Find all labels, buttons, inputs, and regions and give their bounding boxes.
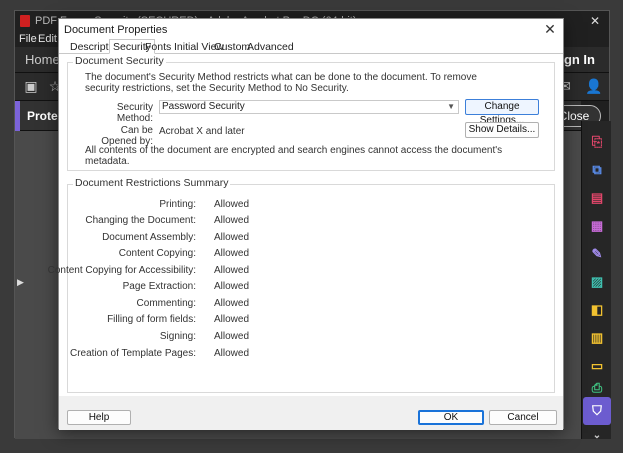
dialog-titlebar: Document Properties ✕ [59,19,563,40]
edit-icon[interactable]: ▦ [588,217,606,235]
restriction-row-copying-accessibility: Content Copying for Accessibility: Allow… [48,265,554,281]
organize-icon[interactable]: ▤ [588,189,606,207]
security-method-value: Password Security [162,101,245,112]
comment-icon[interactable]: ▭ [588,357,606,375]
sign-icon[interactable]: ✎ [588,245,606,263]
cancel-button[interactable]: Cancel [489,410,557,425]
ok-button[interactable]: OK [418,410,484,425]
show-details-button[interactable]: Show Details... [465,122,539,138]
opened-by-value: Acrobat X and later [159,126,245,137]
opened-by-label: Can be Opened by: [101,125,153,147]
encryption-note-line2: metadata. [85,156,130,167]
restriction-value: Allowed [214,215,250,226]
restriction-row-assembly: Document Assembly: Allowed [68,232,554,248]
restriction-row-changing: Changing the Document: Allowed [68,215,554,231]
document-security-legend: Document Security [73,55,166,67]
restriction-value: Allowed [214,348,250,359]
restriction-value: Allowed [214,281,250,292]
dialog-body: Document Security The document's Securit… [48,54,563,396]
restriction-row-form-fields: Filling of form fields: Allowed [68,314,554,330]
help-button[interactable]: Help [67,410,131,425]
restriction-value: Allowed [214,199,250,210]
restriction-value: Allowed [214,248,250,259]
security-intro-line2: security restrictions, set the Security … [85,83,349,94]
security-intro-line1: The document's Security Method restricts… [85,72,477,83]
compare-icon[interactable]: ◧ [588,301,606,319]
restriction-label: Changing the Document: [85,215,196,226]
right-tool-rail: ⎘ ⧉ ▤ ▦ ✎ ▨ ◧ ▥ ▭ ⎙ ⛉ ⌄ [581,121,611,441]
restriction-label: Document Assembly: [102,232,196,243]
restriction-row-template-pages: Creation of Template Pages: Allowed [68,348,554,364]
chevron-down-icon: ▼ [447,102,455,111]
restriction-label: Filling of form fields: [107,314,196,325]
restriction-value: Allowed [214,232,250,243]
restriction-row-printing: Printing: Allowed [68,199,554,215]
acrobat-logo-icon [20,15,30,27]
restriction-label: Printing: [159,199,196,210]
pdf-export-icon[interactable]: ⎘ [588,133,606,151]
chevron-down-icon[interactable]: ⌄ [588,427,606,445]
window-close-icon[interactable]: ✕ [581,11,609,31]
restriction-row-commenting: Commenting: Allowed [68,298,554,314]
add-user-icon[interactable]: 👤 [585,78,602,94]
change-settings-button[interactable]: Change Settings... [465,99,539,126]
restriction-label: Content Copying: [118,248,196,259]
restriction-row-page-extraction: Page Extraction: Allowed [68,281,554,297]
protect-doc-icon[interactable]: ▥ [588,329,606,347]
menu-edit[interactable]: Edit [38,33,57,45]
restriction-label: Page Extraction: [122,281,196,292]
tab-advanced[interactable]: Advanced [247,40,294,54]
close-icon[interactable]: ✕ [540,20,560,38]
fill-icon[interactable]: ▨ [588,273,606,291]
security-method-select[interactable]: Password Security ▼ [159,100,459,114]
restriction-label: Creation of Template Pages: [69,348,196,359]
restriction-label: Commenting: [136,298,196,309]
restriction-value: Allowed [214,265,250,276]
restriction-value: Allowed [214,298,250,309]
restriction-label: Content Copying for Accessibility: [47,265,196,276]
dialog-tabs: Description Security Fonts Initial View … [59,39,563,54]
dialog-title: Document Properties [64,24,168,36]
tab-custom[interactable]: Custom [214,40,250,54]
restriction-label: Signing: [159,331,196,342]
document-properties-dialog: Document Properties ✕ Description Securi… [48,18,564,430]
restriction-value: Allowed [214,314,250,325]
security-method-label: Security Method: [116,102,153,124]
protect-shield-icon[interactable]: ⛉ [588,402,606,420]
expand-panel-icon[interactable]: ▶ [17,277,24,288]
menu-file[interactable]: File [19,33,37,45]
restrictions-summary-legend: Document Restrictions Summary [73,177,231,189]
document-security-group: Document Security The document's Securit… [67,55,555,171]
save-icon[interactable]: ▣ [23,78,39,94]
restrictions-summary-group: Document Restrictions Summary Printing: … [48,177,555,393]
tab-fonts[interactable]: Fonts [145,40,171,54]
restriction-row-signing: Signing: Allowed [68,331,554,347]
combine-icon[interactable]: ⧉ [588,161,606,179]
dialog-footer: Help OK Cancel [59,396,563,430]
restriction-row-copying: Content Copying: Allowed [68,248,554,264]
print-icon[interactable]: ⎙ [588,379,606,397]
restriction-value: Allowed [214,331,250,342]
protect-accent-bar [15,101,20,131]
encryption-note-line1: All contents of the document are encrypt… [85,145,503,156]
